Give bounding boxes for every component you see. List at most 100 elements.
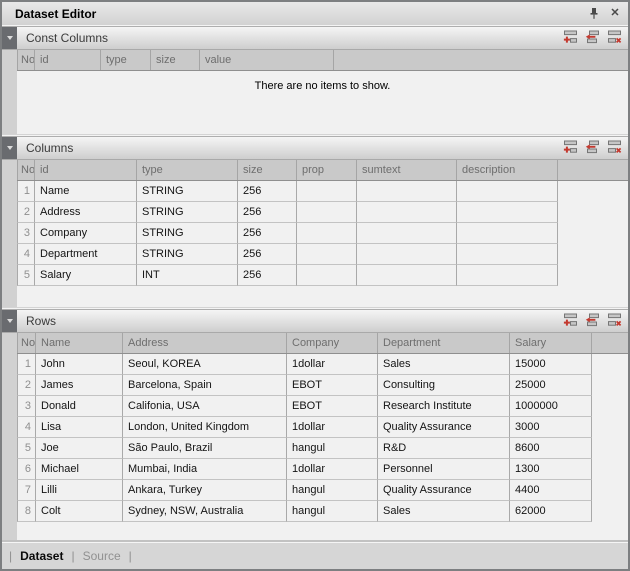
table-cell[interactable]: 3000 bbox=[510, 417, 592, 438]
table-cell[interactable]: Colt bbox=[36, 501, 123, 522]
row-number-cell[interactable]: 3 bbox=[17, 223, 35, 244]
table-cell[interactable]: 1dollar bbox=[287, 459, 378, 480]
table-cell[interactable] bbox=[357, 223, 457, 244]
table-row[interactable]: 5SalaryINT256 bbox=[17, 265, 628, 286]
table-cell[interactable]: Sales bbox=[378, 501, 510, 522]
row-number-cell[interactable]: 5 bbox=[17, 438, 36, 459]
table-cell[interactable]: hangul bbox=[287, 438, 378, 459]
table-cell[interactable] bbox=[297, 181, 357, 202]
table-cell[interactable]: James bbox=[36, 375, 123, 396]
table-cell[interactable]: Department bbox=[35, 244, 137, 265]
table-cell[interactable]: Name bbox=[35, 181, 137, 202]
row-number-cell[interactable]: 4 bbox=[17, 417, 36, 438]
insert-row-button[interactable] bbox=[584, 313, 601, 329]
row-number-cell[interactable]: 5 bbox=[17, 265, 35, 286]
column-header-department[interactable]: Department bbox=[378, 333, 510, 353]
table-cell[interactable] bbox=[457, 202, 558, 223]
table-cell[interactable]: 62000 bbox=[510, 501, 592, 522]
table-cell[interactable]: Salary bbox=[35, 265, 137, 286]
column-header-type[interactable]: type bbox=[137, 160, 238, 180]
close-icon[interactable]: ✕ bbox=[608, 7, 622, 21]
table-row[interactable]: 2JamesBarcelona, SpainEBOTConsulting2500… bbox=[17, 375, 628, 396]
table-cell[interactable]: STRING bbox=[137, 223, 238, 244]
column-header-address[interactable]: Address bbox=[123, 333, 287, 353]
table-cell[interactable]: 256 bbox=[238, 202, 297, 223]
delete-row-button[interactable] bbox=[606, 140, 623, 156]
table-row[interactable]: 1JohnSeoul, KOREA1dollarSales15000 bbox=[17, 354, 628, 375]
table-row[interactable]: 2AddressSTRING256 bbox=[17, 202, 628, 223]
add-row-button[interactable] bbox=[562, 313, 579, 329]
table-row[interactable]: 1NameSTRING256 bbox=[17, 181, 628, 202]
column-header-id[interactable]: id bbox=[35, 50, 101, 70]
table-cell[interactable]: Donald bbox=[36, 396, 123, 417]
row-number-cell[interactable]: 3 bbox=[17, 396, 36, 417]
table-cell[interactable]: 256 bbox=[238, 223, 297, 244]
table-cell[interactable]: Quality Assurance bbox=[378, 417, 510, 438]
table-cell[interactable] bbox=[457, 265, 558, 286]
table-cell[interactable] bbox=[297, 265, 357, 286]
table-cell[interactable]: 4400 bbox=[510, 480, 592, 501]
row-number-cell[interactable]: 2 bbox=[17, 202, 35, 223]
table-cell[interactable]: Company bbox=[35, 223, 137, 244]
add-row-button[interactable] bbox=[562, 30, 579, 46]
table-row[interactable]: 4LisaLondon, United Kingdom1dollarQualit… bbox=[17, 417, 628, 438]
table-cell[interactable] bbox=[457, 223, 558, 244]
table-row[interactable]: 8ColtSydney, NSW, AustraliahangulSales62… bbox=[17, 501, 628, 522]
table-cell[interactable]: São Paulo, Brazil bbox=[123, 438, 287, 459]
table-cell[interactable] bbox=[357, 244, 457, 265]
table-cell[interactable]: EBOT bbox=[287, 396, 378, 417]
column-header-no[interactable]: No bbox=[17, 333, 36, 353]
table-cell[interactable] bbox=[457, 244, 558, 265]
table-cell[interactable] bbox=[297, 202, 357, 223]
column-header-size[interactable]: size bbox=[151, 50, 200, 70]
column-header-id[interactable]: id bbox=[35, 160, 137, 180]
table-cell[interactable]: London, United Kingdom bbox=[123, 417, 287, 438]
table-cell[interactable] bbox=[357, 265, 457, 286]
tab-source[interactable]: Source bbox=[83, 549, 121, 563]
pin-icon[interactable] bbox=[587, 7, 601, 21]
table-row[interactable]: 4DepartmentSTRING256 bbox=[17, 244, 628, 265]
table-cell[interactable]: Mumbai, India bbox=[123, 459, 287, 480]
column-header-no[interactable]: No bbox=[17, 160, 35, 180]
column-header-sumtext[interactable]: sumtext bbox=[357, 160, 457, 180]
delete-row-button[interactable] bbox=[606, 30, 623, 46]
insert-row-button[interactable] bbox=[584, 30, 601, 46]
row-number-cell[interactable]: 6 bbox=[17, 459, 36, 480]
table-cell[interactable]: Sales bbox=[378, 354, 510, 375]
table-cell[interactable]: 15000 bbox=[510, 354, 592, 375]
table-cell[interactable]: STRING bbox=[137, 202, 238, 223]
table-cell[interactable]: 1300 bbox=[510, 459, 592, 480]
table-cell[interactable]: hangul bbox=[287, 480, 378, 501]
table-row[interactable]: 7LilliAnkara, TurkeyhangulQuality Assura… bbox=[17, 480, 628, 501]
table-cell[interactable] bbox=[457, 181, 558, 202]
column-header-value[interactable]: value bbox=[200, 50, 334, 70]
column-header-company[interactable]: Company bbox=[287, 333, 378, 353]
table-cell[interactable]: Personnel bbox=[378, 459, 510, 480]
column-header-no[interactable]: No bbox=[17, 50, 35, 70]
table-cell[interactable]: Joe bbox=[36, 438, 123, 459]
table-cell[interactable]: 1dollar bbox=[287, 417, 378, 438]
table-cell[interactable]: 1000000 bbox=[510, 396, 592, 417]
table-cell[interactable]: EBOT bbox=[287, 375, 378, 396]
row-number-cell[interactable]: 8 bbox=[17, 501, 36, 522]
column-header-description[interactable]: description bbox=[457, 160, 558, 180]
tab-dataset[interactable]: Dataset bbox=[20, 549, 63, 563]
column-header-type[interactable]: type bbox=[101, 50, 151, 70]
table-cell[interactable]: Quality Assurance bbox=[378, 480, 510, 501]
table-cell[interactable]: 256 bbox=[238, 181, 297, 202]
table-cell[interactable]: Sydney, NSW, Australia bbox=[123, 501, 287, 522]
table-row[interactable]: 5JoeSão Paulo, BrazilhangulR&D8600 bbox=[17, 438, 628, 459]
collapse-rows-button[interactable] bbox=[2, 310, 17, 332]
collapse-columns-button[interactable] bbox=[2, 137, 17, 159]
table-cell[interactable]: John bbox=[36, 354, 123, 375]
table-cell[interactable]: Consulting bbox=[378, 375, 510, 396]
table-cell[interactable]: Address bbox=[35, 202, 137, 223]
row-number-cell[interactable]: 4 bbox=[17, 244, 35, 265]
table-cell[interactable]: 1dollar bbox=[287, 354, 378, 375]
table-cell[interactable]: INT bbox=[137, 265, 238, 286]
row-number-cell[interactable]: 2 bbox=[17, 375, 36, 396]
row-number-cell[interactable]: 1 bbox=[17, 354, 36, 375]
delete-row-button[interactable] bbox=[606, 313, 623, 329]
table-cell[interactable]: Ankara, Turkey bbox=[123, 480, 287, 501]
table-cell[interactable]: Seoul, KOREA bbox=[123, 354, 287, 375]
